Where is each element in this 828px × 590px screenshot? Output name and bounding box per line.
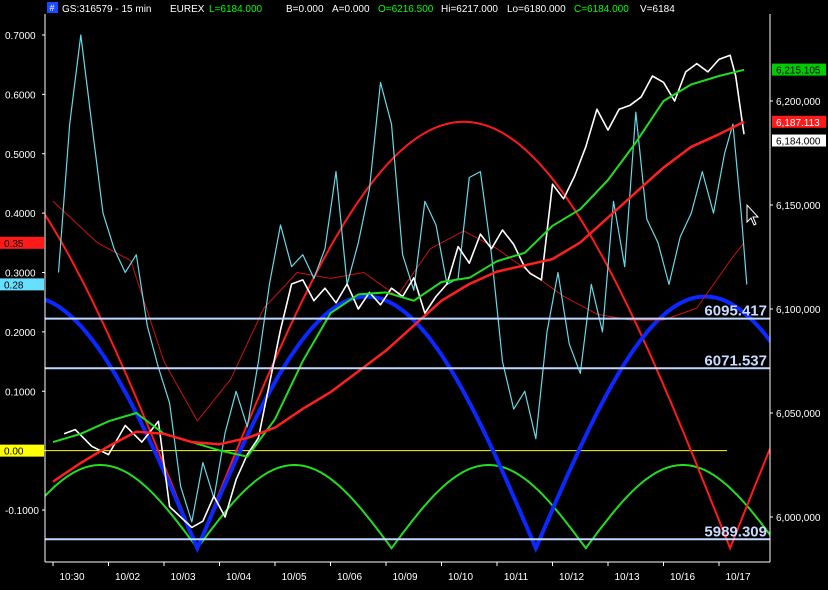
right-tick-label: 6,200,000: [776, 97, 821, 108]
x-tick-label: 10/10: [448, 572, 473, 583]
level-label: 6095.417: [704, 303, 767, 320]
left-tick-label: 0.2000: [5, 328, 36, 339]
right-value-marker-label: 6,187.113: [776, 118, 820, 129]
x-tick-label: 10/16: [670, 572, 695, 583]
header-volume: V=6184: [640, 4, 675, 15]
header-close: C=6184.000: [574, 4, 629, 15]
right-tick-label: 6,150,000: [776, 201, 821, 212]
x-tick-label: 10/06: [337, 572, 362, 583]
header-symbol: GS:316579 - 15 min: [62, 4, 152, 15]
right-tick-label: 6,050,000: [776, 409, 821, 420]
chart-svg: 6095.417 6071.537 5989.309 0.7000 0.6000 0.5…: [0, 0, 828, 585]
right-value-marker-label: 6,215.105: [776, 66, 821, 77]
left-value-marker-label: 0.00: [4, 447, 24, 458]
header-open: O=6216.500: [378, 4, 434, 15]
left-tick-label: 0.4000: [5, 209, 36, 220]
header-last: L=6184.000: [209, 4, 263, 15]
level-label: 5989.309: [704, 523, 767, 540]
header-high: Hi=6217.000: [441, 4, 498, 15]
chart-background: [0, 0, 828, 585]
right-tick-label: 6,100,000: [776, 305, 821, 316]
x-tick-label: 10/04: [226, 572, 251, 583]
left-value-marker-label: 0.28: [4, 280, 24, 291]
header-low: Lo=6180.000: [507, 4, 566, 15]
left-tick-label: 0.6000: [5, 90, 36, 101]
header-ask: A=0.000: [332, 4, 370, 15]
right-value-marker-label: 6,184.000: [776, 137, 821, 148]
x-tick-label: 10/02: [115, 572, 140, 583]
x-tick-label: 10/09: [392, 572, 417, 583]
left-tick-label: 0.5000: [5, 150, 36, 161]
chart-window: 6095.417 6071.537 5989.309 0.7000 0.6000 0.5…: [0, 0, 828, 585]
left-value-marker-label: 0.35: [4, 239, 24, 250]
x-tick-label: 10/03: [170, 572, 195, 583]
left-tick-label: 0.3000: [5, 269, 36, 280]
x-tick-label: 10/13: [614, 572, 639, 583]
x-tick-label: 10/17: [725, 572, 750, 583]
chart-header: # GS:316579 - 15 min EUREX L=6184.000 B=…: [47, 2, 675, 15]
right-tick-label: 6,000,000: [776, 513, 821, 524]
left-tick-label: 0.7000: [5, 31, 36, 42]
level-label: 6071.537: [704, 352, 767, 369]
x-tick-label: 10:30: [59, 572, 84, 583]
symbol-icon-glyph: #: [50, 3, 55, 13]
header-bid: B=0.000: [286, 4, 324, 15]
left-tick-label: 0.1000: [5, 387, 36, 398]
x-tick-label: 10/05: [281, 572, 306, 583]
x-tick-label: 10/12: [559, 572, 584, 583]
x-tick-label: 10/11: [504, 572, 529, 583]
header-exchange: EUREX: [170, 4, 205, 15]
left-tick-label: -0.1000: [5, 506, 39, 517]
